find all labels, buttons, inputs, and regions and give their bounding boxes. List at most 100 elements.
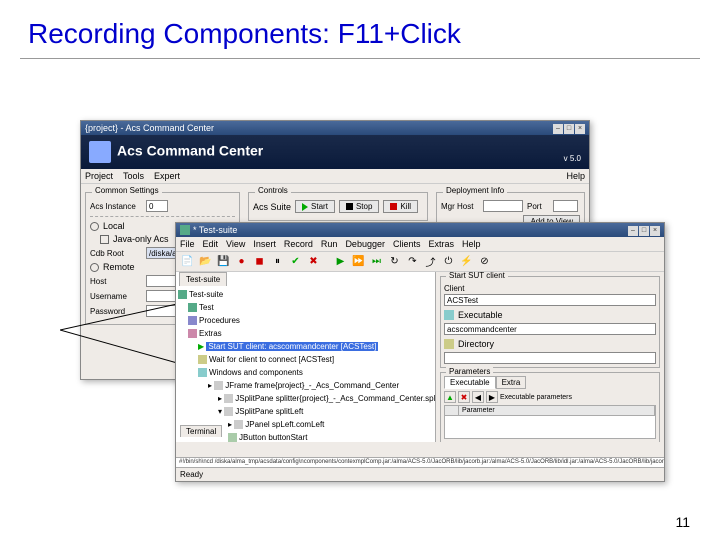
stop-run-icon[interactable]: ⊘ bbox=[477, 254, 492, 269]
stepout-icon[interactable]: ⤴ bbox=[423, 254, 438, 269]
del-param-icon[interactable]: ✖ bbox=[458, 391, 470, 403]
menu-help[interactable]: Help bbox=[566, 171, 585, 181]
step-icon[interactable]: ↷ bbox=[405, 254, 420, 269]
instance-label: Acs Instance bbox=[90, 202, 142, 211]
cancel-icon[interactable]: ✖ bbox=[306, 254, 321, 269]
window-controls[interactable]: –□× bbox=[627, 224, 660, 236]
stop2-icon[interactable]: ◼ bbox=[252, 254, 267, 269]
radio-remote[interactable] bbox=[90, 263, 99, 272]
play-icon bbox=[302, 203, 308, 211]
tree-splitleft[interactable]: JSplitPane splitLeft bbox=[235, 407, 303, 416]
menu-edit[interactable]: Edit bbox=[203, 239, 219, 249]
menu-help[interactable]: Help bbox=[462, 239, 481, 249]
mgrhost-label: Mgr Host bbox=[441, 202, 479, 211]
menu-project[interactable]: Project bbox=[85, 171, 113, 181]
th-params: Executable parameters bbox=[500, 394, 656, 401]
username-label: Username bbox=[90, 292, 142, 301]
tree-frame[interactable]: JFrame frame{project}_-_Acs_Command_Cent… bbox=[225, 381, 399, 390]
ts-titlebar[interactable]: * Test-suite –□× bbox=[176, 223, 664, 237]
mgrhost-input[interactable] bbox=[483, 200, 523, 212]
tree-panelleft[interactable]: JPanel spLeft.comLeft bbox=[245, 420, 324, 429]
add-param-icon[interactable]: ▲ bbox=[444, 391, 456, 403]
tree-wait[interactable]: Wait for client to connect [ACSTest] bbox=[209, 355, 334, 364]
ts-menubar[interactable]: File Edit View Insert Record Run Debugge… bbox=[176, 237, 664, 252]
menu-debugger[interactable]: Debugger bbox=[345, 239, 385, 249]
local-label: Local bbox=[103, 221, 125, 231]
new-icon[interactable]: 📄 bbox=[180, 254, 195, 269]
component-icon bbox=[224, 394, 233, 403]
acs-menubar[interactable]: Project Tools Expert Help bbox=[81, 169, 589, 184]
flash-icon[interactable]: ⚡ bbox=[459, 254, 474, 269]
windows-icon bbox=[198, 368, 207, 377]
play-icon[interactable]: ▶ bbox=[333, 254, 348, 269]
javaonly-label: Java-only Acs bbox=[113, 234, 169, 244]
properties-panel: Start SUT client Client Executable Direc… bbox=[436, 272, 664, 442]
tree[interactable]: Test-suite Test Procedures Extras ▶ Star… bbox=[176, 286, 435, 442]
client-input[interactable] bbox=[444, 294, 656, 306]
slide-title: Recording Components: F11+Click bbox=[0, 0, 720, 50]
stop-icon bbox=[346, 203, 353, 210]
testsuite-window: * Test-suite –□× File Edit View Insert R… bbox=[175, 222, 665, 482]
tree-extras[interactable]: Extras bbox=[199, 329, 222, 338]
app-icon bbox=[180, 225, 190, 235]
component-icon bbox=[224, 407, 233, 416]
port-input[interactable] bbox=[553, 200, 578, 212]
menu-run[interactable]: Run bbox=[321, 239, 338, 249]
kill-icon bbox=[390, 203, 397, 210]
exec-input[interactable] bbox=[444, 323, 656, 335]
status-bar: Ready bbox=[176, 467, 664, 481]
down-param-icon[interactable]: ▶ bbox=[486, 391, 498, 403]
record-icon[interactable]: ● bbox=[234, 254, 249, 269]
pause-icon[interactable]: ⏸ bbox=[270, 254, 285, 269]
check-icon[interactable]: ✔ bbox=[288, 254, 303, 269]
tree-startsut[interactable]: Start SUT client: acscommandcenter [ACST… bbox=[206, 342, 378, 351]
menu-file[interactable]: File bbox=[180, 239, 195, 249]
alma-logo-icon bbox=[89, 141, 111, 163]
radio-local[interactable] bbox=[90, 222, 99, 231]
menu-tools[interactable]: Tools bbox=[123, 171, 144, 181]
frame-icon bbox=[214, 381, 223, 390]
menu-expert[interactable]: Expert bbox=[154, 171, 180, 181]
dir-label: Directory bbox=[458, 339, 494, 349]
ts-title-text: * Test-suite bbox=[193, 225, 237, 235]
tab-extra[interactable]: Extra bbox=[496, 376, 527, 389]
window-controls[interactable]: –□× bbox=[552, 122, 585, 134]
tree-root[interactable]: Test-suite bbox=[189, 290, 223, 299]
params-legend: Parameters bbox=[446, 367, 493, 376]
acs-banner: Acs Command Center v 5.0 bbox=[81, 135, 589, 169]
tree-split1[interactable]: JSplitPane splitter{project}_-_Acs_Comma… bbox=[235, 394, 436, 403]
fast-icon[interactable]: ⏩ bbox=[351, 254, 366, 269]
menu-view[interactable]: View bbox=[226, 239, 245, 249]
kill-button[interactable]: Kill bbox=[383, 200, 418, 213]
stop-button[interactable]: Stop bbox=[339, 200, 379, 213]
tab-executable[interactable]: Executable bbox=[444, 376, 496, 389]
acs-titlebar[interactable]: {project} - Acs Command Center –□× bbox=[81, 121, 589, 135]
instance-input[interactable] bbox=[146, 200, 168, 212]
power-icon[interactable]: ⏻ bbox=[441, 254, 456, 269]
menu-insert[interactable]: Insert bbox=[253, 239, 276, 249]
port-label: Port bbox=[527, 202, 549, 211]
wait-icon bbox=[198, 355, 207, 364]
exec-label: Executable bbox=[458, 310, 503, 320]
tree-windows[interactable]: Windows and components bbox=[209, 368, 303, 377]
terminal-tab[interactable]: Terminal bbox=[180, 425, 222, 437]
start-button[interactable]: Start bbox=[295, 200, 335, 213]
th-parameter: Parameter bbox=[459, 406, 655, 415]
skip-icon[interactable]: ⏭ bbox=[369, 254, 384, 269]
param-table[interactable]: Parameter bbox=[444, 405, 656, 439]
save-icon[interactable]: 💾 bbox=[216, 254, 231, 269]
checkbox-javaonly[interactable] bbox=[100, 235, 109, 244]
open-icon[interactable]: 📂 bbox=[198, 254, 213, 269]
dir-input[interactable] bbox=[444, 352, 656, 364]
menu-extras[interactable]: Extras bbox=[428, 239, 454, 249]
reload-icon[interactable]: ↻ bbox=[387, 254, 402, 269]
up-param-icon[interactable]: ◀ bbox=[472, 391, 484, 403]
tree-procedures[interactable]: Procedures bbox=[199, 316, 240, 325]
tree-test[interactable]: Test bbox=[199, 303, 214, 312]
menu-record[interactable]: Record bbox=[284, 239, 313, 249]
menu-clients[interactable]: Clients bbox=[393, 239, 421, 249]
controls-legend: Controls bbox=[255, 186, 291, 195]
tree-btnstart[interactable]: JButton buttonStart bbox=[239, 433, 308, 442]
tree-panel: Test-suite Test-suite Test Procedures Ex… bbox=[176, 272, 436, 442]
tab-testsuite[interactable]: Test-suite bbox=[179, 272, 227, 286]
